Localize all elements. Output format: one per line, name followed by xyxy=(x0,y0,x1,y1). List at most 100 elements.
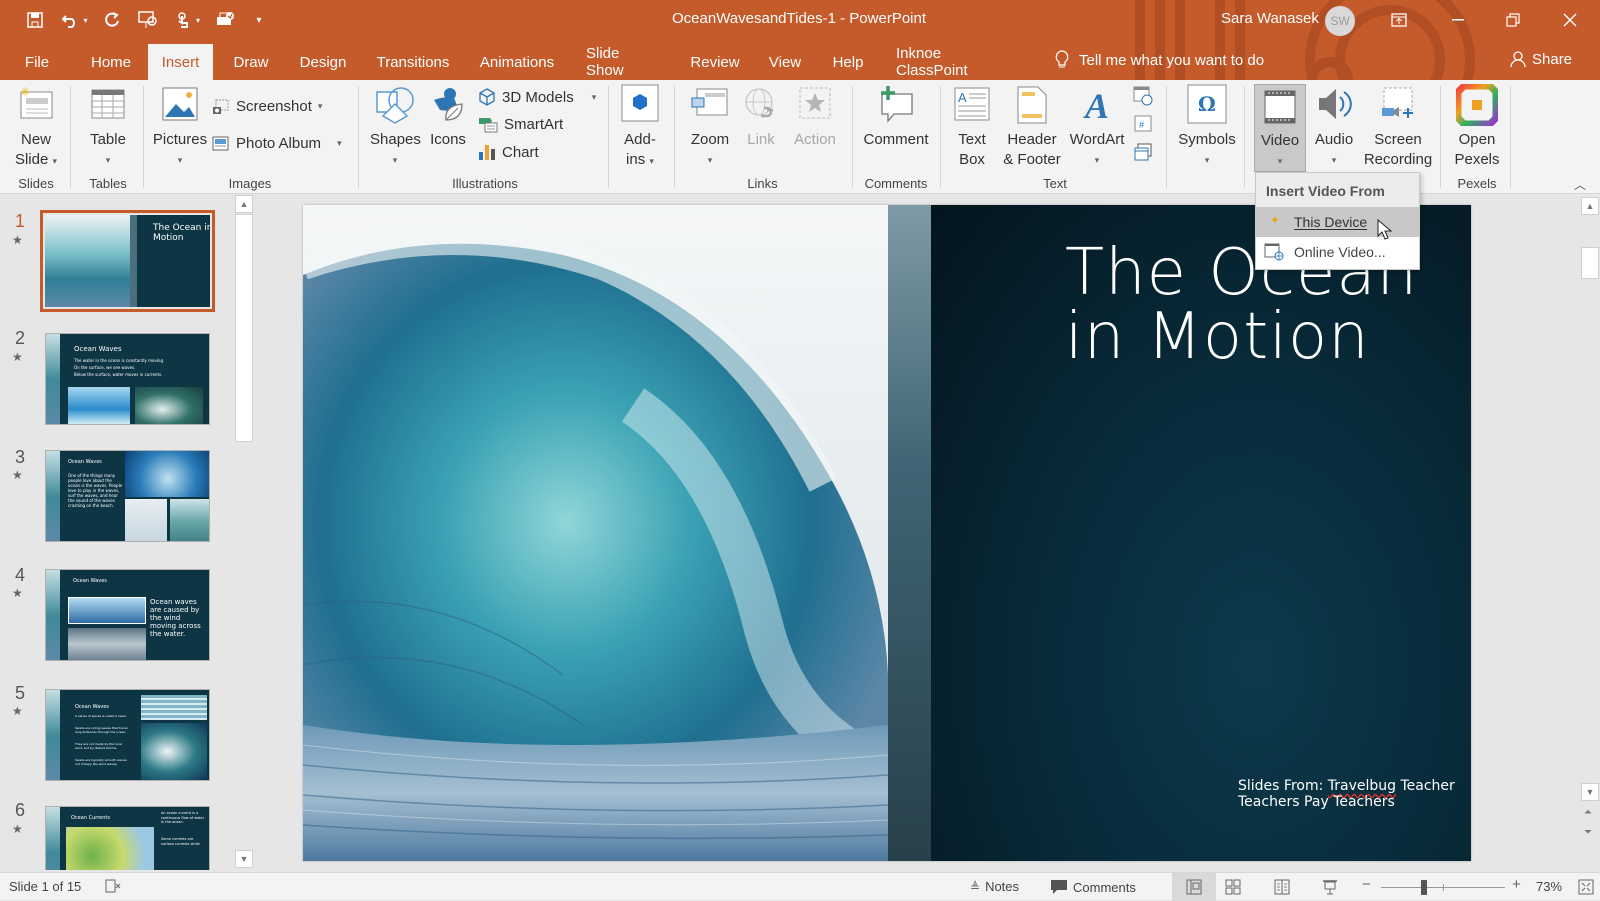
new-slide-button[interactable]: ✳ New Slide ▾ xyxy=(10,86,62,171)
next-slide-icon[interactable]: ⏷ xyxy=(1584,827,1592,838)
redo-icon[interactable] xyxy=(101,8,123,32)
photo-album-label: Photo Album xyxy=(236,135,322,152)
slide-thumbnail-6[interactable]: Ocean Currents An ocean current is a con… xyxy=(45,806,210,870)
share-button[interactable]: Share xyxy=(1510,50,1572,68)
customize-qat-icon[interactable]: ▾ xyxy=(252,8,266,32)
tab-draw[interactable]: Draw xyxy=(223,44,279,80)
undo-icon[interactable]: ▾ xyxy=(58,8,92,32)
notes-button[interactable]: ≜ Notes xyxy=(970,879,1019,894)
print-preview-icon[interactable] xyxy=(214,8,236,32)
zoom-in-icon[interactable]: + xyxy=(1512,876,1521,893)
tab-home[interactable]: Home xyxy=(80,44,142,80)
smartart-button[interactable]: SmartArt xyxy=(478,115,563,133)
3d-models-button[interactable]: 3D Models ▾ xyxy=(478,88,596,106)
tab-review[interactable]: Review xyxy=(683,44,747,80)
ribbon-display-options-icon[interactable] xyxy=(1384,6,1414,34)
scroll-thumb[interactable] xyxy=(235,214,253,442)
chart-button[interactable]: Chart xyxy=(478,143,539,161)
header-footer-button[interactable]: Header & Footer xyxy=(1000,86,1064,170)
header-footer-label-2: & Footer xyxy=(1003,151,1061,168)
menu-item-online-video[interactable]: Online Video... xyxy=(1256,237,1419,267)
slide-number: 3 xyxy=(14,447,25,467)
zoom-slider-thumb[interactable] xyxy=(1421,880,1428,895)
shapes-button[interactable]: Shapes ▾ xyxy=(370,86,421,170)
zoom-button[interactable]: Zoom ▾ xyxy=(685,86,735,170)
user-name[interactable]: Sara Wanasek xyxy=(1221,10,1319,27)
reading-view-icon[interactable] xyxy=(1274,879,1290,898)
symbols-button[interactable]: Ω Symbols ▾ xyxy=(1176,84,1238,170)
accessibility-icon[interactable] xyxy=(105,879,121,893)
tab-insert[interactable]: Insert xyxy=(148,44,213,80)
slide-thumbnail-5[interactable]: Ocean Waves A series of waves is called … xyxy=(45,689,210,781)
tab-file[interactable]: File xyxy=(16,44,58,80)
tab-design[interactable]: Design xyxy=(288,44,358,80)
scroll-up-icon[interactable]: ▲ xyxy=(235,195,253,213)
video-button[interactable]: Video ▾ xyxy=(1254,84,1306,172)
touch-mode-icon[interactable]: ▾ xyxy=(170,8,206,32)
scroll-thumb[interactable] xyxy=(1581,247,1599,279)
zoom-slider[interactable] xyxy=(1381,880,1505,895)
scroll-down-icon[interactable]: ▼ xyxy=(1581,783,1599,801)
tab-view[interactable]: View xyxy=(758,44,812,80)
text-box-button[interactable]: A Text Box xyxy=(950,86,994,170)
comments-button[interactable]: Comments xyxy=(1050,879,1136,895)
slide-thumbnail-1[interactable]: The Ocean in Motion xyxy=(40,210,215,312)
restore-icon[interactable] xyxy=(1498,6,1528,34)
slide-thumbnail-4[interactable]: Ocean Waves Ocean waves are caused by th… xyxy=(45,569,210,661)
minimize-icon[interactable] xyxy=(1443,6,1473,34)
tab-transitions[interactable]: Transitions xyxy=(368,44,458,80)
comment-label: Comment xyxy=(863,131,929,148)
notes-icon: ≜ xyxy=(970,879,981,894)
slide-show-icon[interactable] xyxy=(1322,879,1338,898)
slide-canvas[interactable]: The Ocean in Motion Slides From: Travelb… xyxy=(303,205,1471,861)
audio-button[interactable]: Audio ▾ xyxy=(1310,86,1358,170)
this-device-icon: ✦ xyxy=(1270,213,1281,227)
zoom-out-icon[interactable]: − xyxy=(1362,876,1371,893)
thumb-bullet: An ocean current is a continuous flow of… xyxy=(161,811,205,824)
action-button[interactable]: Action xyxy=(790,86,840,150)
photo-album-button[interactable]: Photo Album ▾ xyxy=(212,135,342,152)
animation-star-icon: ★ xyxy=(12,586,23,600)
pictures-button[interactable]: Pictures ▾ xyxy=(150,86,210,170)
screenshot-button[interactable]: Screenshot ▾ xyxy=(212,98,322,115)
scroll-down-icon[interactable]: ▼ xyxy=(235,850,253,868)
save-icon[interactable] xyxy=(24,8,46,32)
slide-number-icon[interactable]: # xyxy=(1133,114,1155,136)
tab-animations[interactable]: Animations xyxy=(468,44,566,80)
slide-credit[interactable]: Slides From: Travelbug Teacher Teachers … xyxy=(1238,778,1455,810)
wordart-button[interactable]: A WordArt ▾ xyxy=(1066,86,1128,170)
normal-view-button[interactable] xyxy=(1172,873,1216,901)
tab-help[interactable]: Help xyxy=(822,44,874,80)
lightbulb-icon xyxy=(1055,50,1069,68)
table-button[interactable]: Table ▾ xyxy=(80,86,136,170)
zoom-level[interactable]: 73% xyxy=(1536,879,1562,894)
fit-to-window-icon[interactable] xyxy=(1578,879,1594,898)
tab-slide-show[interactable]: Slide Show xyxy=(576,44,670,80)
link-button[interactable]: Link xyxy=(740,86,782,150)
close-icon[interactable] xyxy=(1555,6,1585,34)
menu-item-this-device[interactable]: ✦ This Device xyxy=(1256,207,1419,237)
avatar[interactable]: SW xyxy=(1325,6,1355,36)
thumb-title: Ocean Waves xyxy=(68,459,102,465)
group-label-comments: Comments xyxy=(864,176,928,191)
icons-button[interactable]: Icons xyxy=(428,86,468,150)
object-icon[interactable] xyxy=(1133,142,1155,164)
date-time-icon[interactable] xyxy=(1133,86,1155,108)
slide-sorter-icon[interactable] xyxy=(1225,879,1241,898)
add-ins-button[interactable]: Add- ins ▾ xyxy=(617,84,663,171)
screen-recording-button[interactable]: Screen Recording xyxy=(1360,86,1436,170)
slide-scrollbar[interactable]: ▲ ▼ ⏶ ⏷ xyxy=(1580,195,1600,855)
tell-me-search[interactable]: Tell me what you want to do xyxy=(1055,50,1264,70)
thumbnails-scrollbar[interactable]: ▲ ▼ xyxy=(234,195,254,870)
tab-inknoe-classpoint[interactable]: Inknoe ClassPoint xyxy=(886,44,1022,80)
scroll-up-icon[interactable]: ▲ xyxy=(1581,197,1599,215)
slide-thumbnail-2[interactable]: Ocean Waves The water in the ocean is co… xyxy=(45,333,210,425)
pictures-icon xyxy=(162,87,198,121)
comment-button[interactable]: Comment xyxy=(860,84,932,150)
present-from-start-icon[interactable] xyxy=(136,8,160,32)
open-pexels-button[interactable]: Open Pexels xyxy=(1448,84,1506,170)
collapse-ribbon-icon[interactable]: ︿ xyxy=(1574,176,1586,193)
previous-slide-icon[interactable]: ⏶ xyxy=(1584,807,1592,818)
credit-line-2: Teachers Pay Teachers xyxy=(1238,794,1395,810)
slide-thumbnail-3[interactable]: Ocean Waves One of the things many peopl… xyxy=(45,450,210,542)
